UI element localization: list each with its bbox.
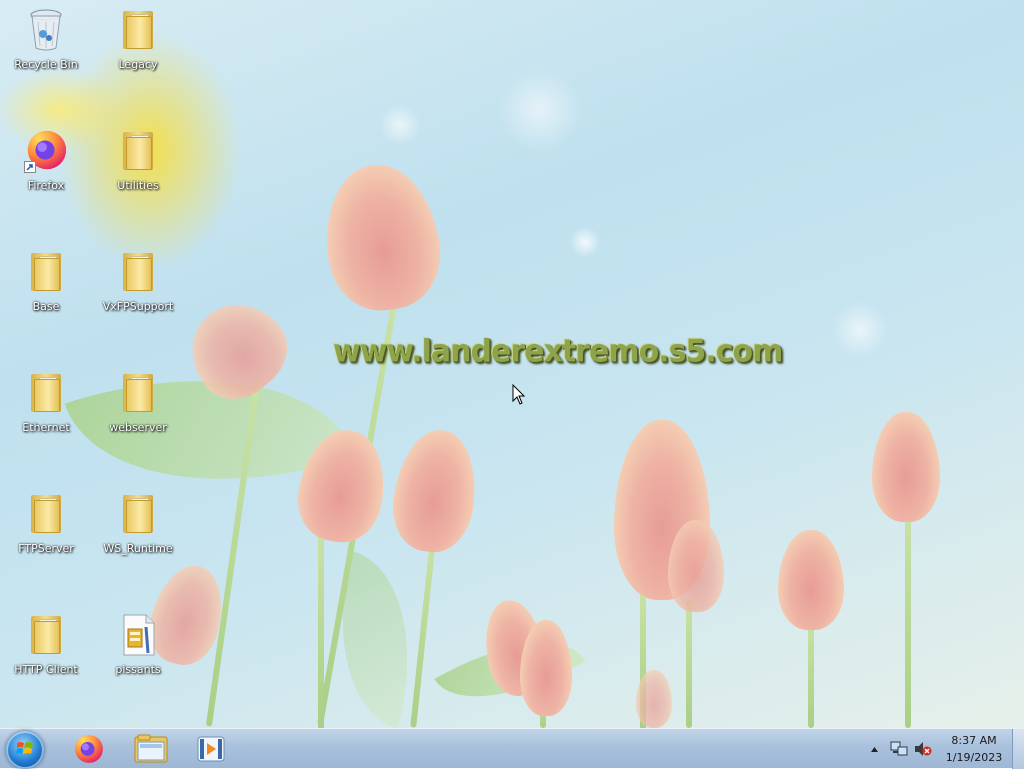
folder-icon (116, 250, 160, 294)
taskbar: 8:37 AM 1/19/2023 (0, 728, 1024, 769)
mouse-cursor-icon (512, 384, 526, 405)
folder-icon (116, 8, 160, 52)
folder-icon (24, 371, 68, 415)
file-explorer-icon (134, 734, 168, 763)
folder-icon (116, 371, 160, 415)
windows-logo-icon (16, 742, 33, 754)
desktop-icon-webserver[interactable]: webserver (95, 363, 181, 449)
firefox-icon (75, 735, 103, 763)
desktop-icon-label: webserver (109, 421, 167, 434)
folder-icon (116, 492, 160, 536)
folder-icon (24, 492, 68, 536)
desktop-icon-label: Ethernet (22, 421, 70, 434)
taskbar-media-player-button[interactable] (185, 732, 237, 766)
desktop-icon-label: Utilities (117, 179, 159, 192)
desktop-icon-ftpserver[interactable]: FTPServer (3, 484, 89, 570)
taskbar-firefox-button[interactable] (63, 732, 115, 766)
media-player-icon (197, 736, 225, 762)
desktop-icon-ws-runtime[interactable]: WS_Runtime (95, 484, 181, 570)
folder-icon (24, 613, 68, 657)
firefox-icon (24, 129, 68, 173)
wallpaper-watermark-text: www.landerextremo.s5.com (333, 333, 783, 370)
taskbar-file-explorer-button[interactable] (125, 732, 177, 766)
desktop-icon-label: HTTP Client (14, 663, 78, 676)
start-button[interactable] (6, 731, 44, 769)
desktop-icon-label: Legacy (118, 58, 158, 71)
desktop-icon-label: pissants (115, 663, 161, 676)
desktop[interactable]: www.landerextremo.s5.com Recycle Bin Leg… (0, 0, 1024, 728)
desktop-icon-ethernet[interactable]: Ethernet (3, 363, 89, 449)
clock-date: 1/19/2023 (945, 751, 1003, 764)
archive-file-icon (116, 613, 160, 657)
volume-muted-icon[interactable] (914, 741, 932, 757)
desktop-icon-legacy[interactable]: Legacy (95, 0, 181, 86)
desktop-icon-pissants[interactable]: pissants (95, 605, 181, 691)
recycle-bin-icon (24, 8, 68, 52)
desktop-icon-label: WS_Runtime (103, 542, 173, 555)
desktop-icon-firefox[interactable]: Firefox (3, 121, 89, 207)
desktop-icon-vxfpsupport[interactable]: VxFPSupport (95, 242, 181, 328)
desktop-icon-label: Firefox (27, 179, 65, 192)
clock-time: 8:37 AM (951, 734, 997, 747)
desktop-icon-label: Recycle Bin (14, 58, 78, 71)
desktop-icon-http-client[interactable]: HTTP Client (3, 605, 89, 691)
desktop-icon-label: FTPServer (18, 542, 74, 555)
folder-icon (24, 250, 68, 294)
desktop-icon-label: VxFPSupport (102, 300, 174, 313)
network-icon[interactable] (890, 740, 908, 758)
show-hidden-icons-arrow[interactable] (870, 745, 879, 753)
taskbar-clock[interactable]: 8:37 AM 1/19/2023 (944, 732, 1004, 766)
desktop-icon-recycle-bin[interactable]: Recycle Bin (3, 0, 89, 86)
folder-icon (116, 129, 160, 173)
shortcut-arrow-icon (24, 161, 36, 173)
show-desktop-button[interactable] (1012, 729, 1024, 769)
desktop-icon-utilities[interactable]: Utilities (95, 121, 181, 207)
desktop-icon-label: Base (32, 300, 60, 313)
desktop-icon-base[interactable]: Base (3, 242, 89, 328)
